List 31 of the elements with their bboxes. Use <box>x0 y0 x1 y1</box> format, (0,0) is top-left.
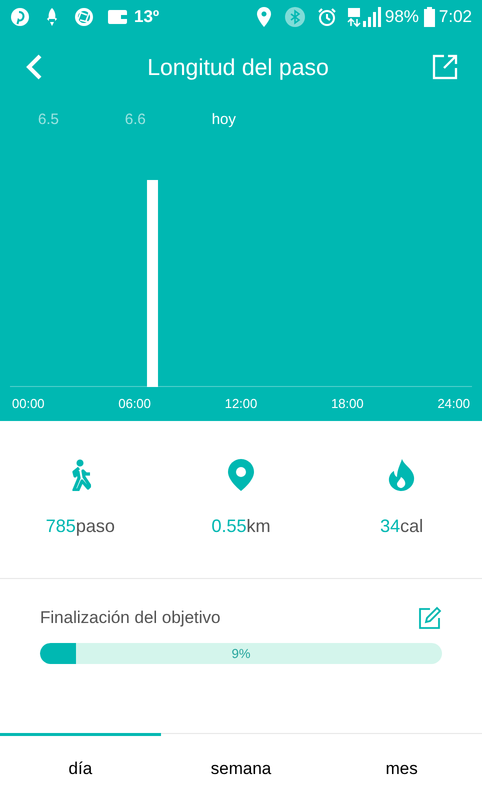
bluetooth-icon <box>284 7 305 27</box>
axis-label: 24:00 <box>437 395 470 414</box>
tab[interactable]: semana <box>160 733 322 801</box>
battery-icon <box>424 7 435 27</box>
edit-button[interactable] <box>418 606 442 630</box>
axis-label: 18:00 <box>331 395 364 414</box>
goal-title: Finalización del objetivo <box>40 607 220 629</box>
flame-icon <box>388 459 416 491</box>
share-button[interactable] <box>432 54 458 80</box>
signal-icon <box>362 7 381 27</box>
mobile-data-icon <box>346 7 361 27</box>
axis-label: 06:00 <box>118 395 151 414</box>
axis-label: 00:00 <box>12 395 45 414</box>
pinterest-icon <box>10 7 30 27</box>
tab[interactable]: día <box>0 733 161 801</box>
stat-value: 34cal <box>380 515 424 538</box>
stat-value: 0.55km <box>211 515 271 538</box>
location-pin-icon <box>228 459 254 491</box>
battery-percent: 98% <box>384 6 419 28</box>
location-icon <box>256 7 271 27</box>
wallet-icon <box>108 9 128 25</box>
tab[interactable]: mes <box>321 733 482 801</box>
temperature: 13º <box>134 6 160 28</box>
alarm-icon <box>316 7 337 27</box>
back-button[interactable] <box>24 52 44 82</box>
clock: 7:02 <box>438 6 472 28</box>
stat-value: 785paso <box>46 515 115 538</box>
axis-label: 12:00 <box>224 395 258 414</box>
screen-title: Longitud del paso <box>147 52 329 82</box>
aperture-icon <box>74 7 94 27</box>
goal-percent: 9% <box>232 644 250 662</box>
